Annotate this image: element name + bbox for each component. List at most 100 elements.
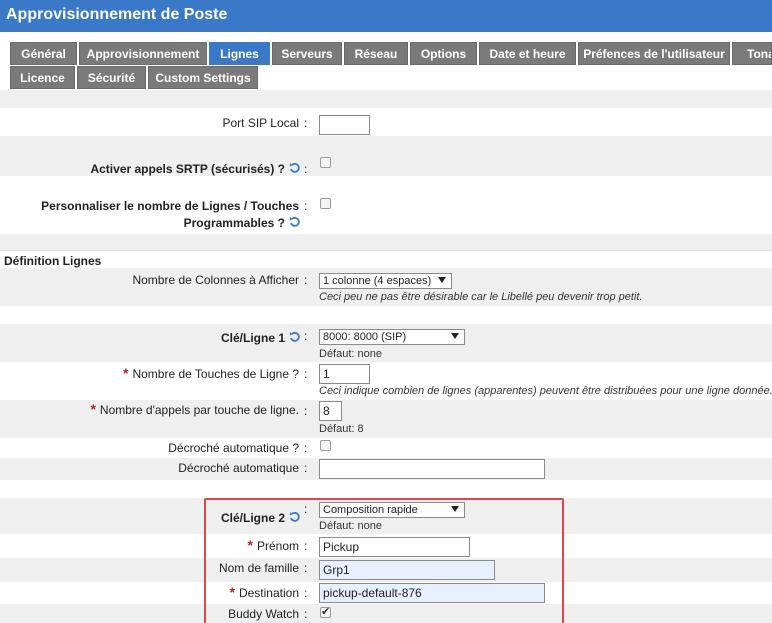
decroche-text-label: Décroché automatique (178, 461, 299, 475)
row-destination: * Destination : pickup-default-876 (0, 582, 772, 604)
prenom-label: Prénom (256, 539, 299, 553)
colonnes-select-value: 1 colonne (4 espaces) (323, 275, 432, 287)
chevron-down-icon (451, 333, 459, 339)
buddy-watch-label: Buddy Watch (228, 607, 299, 621)
row-decroche-check: Décroché automatique ? : (0, 438, 772, 458)
section-definition-lignes: Définition Lignes (4, 254, 102, 268)
destination-label: Destination (238, 586, 299, 600)
required-asterisk-icon: * (229, 584, 235, 600)
colon: : (304, 162, 308, 176)
decroche-text-input[interactable] (319, 459, 545, 479)
destination-input[interactable]: pickup-default-876 (319, 583, 545, 603)
row-nom-famille: Nom de famille : Grp1 (0, 558, 772, 582)
colon: : (304, 404, 308, 418)
colon: : (304, 367, 308, 381)
colonnes-hint: Ceci peu ne pas être désirable car le Li… (319, 291, 643, 303)
tab-options[interactable]: Options (410, 42, 477, 65)
spacer-row (0, 234, 772, 250)
tab-approvisionnement[interactable]: Approvisionnement (79, 42, 207, 65)
spacer-row (0, 306, 772, 324)
colon: : (304, 607, 308, 621)
tab-reseau[interactable]: Réseau (344, 42, 408, 65)
required-asterisk-icon: * (247, 537, 253, 553)
personnaliser-label-line1: Personnaliser le nombre de Lignes / Touc… (41, 199, 299, 213)
personnaliser-checkbox[interactable] (320, 198, 331, 209)
nom-famille-input[interactable]: Grp1 (319, 560, 495, 580)
tab-bar: Général Approvisionnement Lignes Serveur… (0, 32, 772, 90)
row-personnaliser: Personnaliser le nombre de Lignes / Touc… (0, 194, 772, 234)
form-content: Port SIP Local : Activer appels SRTP (sé… (0, 90, 772, 623)
page-title: Approvisionnement de Poste (6, 6, 228, 23)
refresh-icon[interactable] (289, 216, 301, 233)
row-port-sip-local: Port SIP Local : (0, 108, 772, 136)
cle2-label: Clé/Ligne 2 (220, 511, 285, 525)
chevron-down-icon (438, 277, 446, 283)
cle2-select[interactable]: Composition rapide (319, 502, 465, 518)
row-buddy-watch: Buddy Watch : (0, 604, 772, 623)
row-srtp: Activer appels SRTP (sécurisés) ? : (0, 154, 772, 176)
spacer-row (0, 480, 772, 498)
nom-famille-label: Nom de famille (218, 561, 299, 575)
tab-general[interactable]: Général (10, 42, 77, 65)
tab-serveurs[interactable]: Serveurs (272, 42, 342, 65)
row-cle-ligne-1: Clé/Ligne 1 : 8000: 8000 (SIP) Défaut: n… (0, 324, 772, 362)
colon: : (304, 539, 308, 553)
touches-ligne-input[interactable]: 1 (319, 364, 370, 384)
required-asterisk-icon: * (90, 401, 96, 417)
colon: : (304, 273, 308, 287)
personnaliser-label-line2-wrap: Programmables ? (184, 216, 301, 233)
tab-lignes[interactable]: Lignes (209, 42, 270, 65)
chevron-down-icon (451, 506, 459, 512)
srtp-checkbox[interactable] (320, 157, 331, 168)
row-decroche-text: Décroché automatique : (0, 458, 772, 480)
spacer-row (0, 136, 772, 154)
tab-tonal[interactable]: Tonal (732, 42, 772, 65)
cle2-select-value: Composition rapide (323, 504, 418, 516)
tab-securite[interactable]: Sécurité (77, 66, 146, 89)
touches-ligne-label: Nombre de Touches de Ligne ? (132, 367, 299, 381)
tab-preferences-utilisateur[interactable]: Préfences de l'utilisateur (578, 42, 730, 65)
srtp-label-text: Activer appels SRTP (sécurisés) ? (90, 162, 285, 176)
cle1-select[interactable]: 8000: 8000 (SIP) (319, 329, 465, 345)
cle1-label-wrap: Clé/Ligne 1 (221, 331, 301, 348)
colon: : (304, 116, 308, 130)
cle1-label: Clé/Ligne 1 (220, 331, 285, 345)
tab-custom-settings[interactable]: Custom Settings (148, 66, 258, 89)
row-colonnes: Nombre de Colonnes à Afficher : 1 colonn… (0, 268, 772, 306)
buddy-watch-checkbox[interactable] (320, 605, 331, 618)
row-section-title: Définition Lignes (0, 250, 772, 268)
spacer-row (0, 176, 772, 194)
decroche-checkbox[interactable] (320, 440, 331, 451)
colon: : (304, 586, 308, 600)
row-prenom: * Prénom : Pickup (0, 534, 772, 558)
title-bar: Approvisionnement de Poste (0, 0, 772, 32)
appels-touche-label: Nombre d'appels par touche de ligne. (99, 403, 299, 417)
cle1-select-value: 8000: 8000 (SIP) (323, 331, 407, 343)
row-appels-touche: * Nombre d'appels par touche de ligne. : … (0, 400, 772, 438)
tab-licence[interactable]: Licence (10, 66, 75, 89)
touches-ligne-label-wrap: * Nombre de Touches de Ligne ? (123, 366, 299, 382)
cle1-default: Défaut: none (319, 348, 382, 360)
port-sip-local-input[interactable] (319, 115, 370, 135)
colonnes-label: Nombre de Colonnes à Afficher (132, 273, 299, 287)
cle2-default: Défaut: none (319, 520, 382, 532)
colon: : (304, 461, 308, 475)
colon: : (304, 561, 308, 575)
cle2-label-wrap: Clé/Ligne 2 (221, 511, 301, 528)
appels-touche-input[interactable]: 8 (319, 401, 342, 421)
destination-label-wrap: * Destination (230, 585, 300, 601)
prenom-label-wrap: * Prénom (248, 538, 299, 554)
prenom-input[interactable]: Pickup (319, 537, 470, 557)
colon: : (304, 329, 308, 343)
appels-touche-default: Défaut: 8 (319, 423, 364, 435)
refresh-icon[interactable] (289, 331, 301, 348)
colon: : (304, 199, 308, 213)
colonnes-select[interactable]: 1 colonne (4 espaces) (319, 273, 452, 289)
appels-touche-label-wrap: * Nombre d'appels par touche de ligne. (90, 402, 299, 418)
refresh-icon[interactable] (289, 511, 301, 528)
required-asterisk-icon: * (122, 365, 129, 381)
colon: : (304, 502, 308, 516)
port-sip-local-label: Port SIP Local (222, 116, 300, 130)
tab-date-heure[interactable]: Date et heure (479, 42, 576, 65)
colon: : (304, 441, 308, 455)
